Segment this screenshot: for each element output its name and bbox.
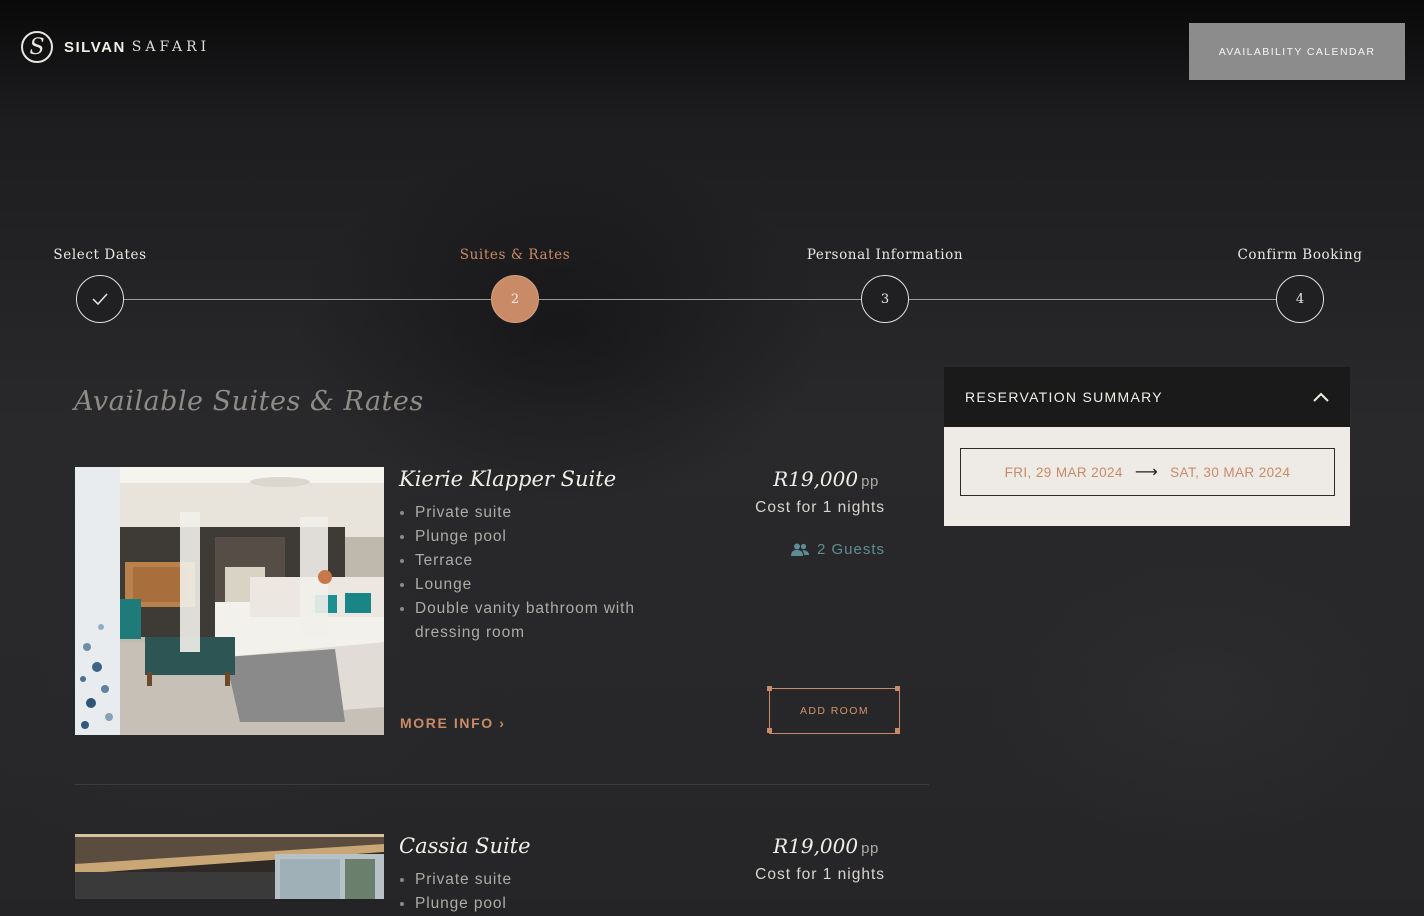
cost-text: Cost for 1 nights [755, 866, 885, 883]
step-3-circle[interactable]: 3 [861, 275, 909, 323]
stepper-line [539, 299, 861, 300]
section-title: Available Suites & Rates [74, 386, 424, 417]
step-1-circle[interactable] [76, 275, 124, 323]
feature-item: Terrace [415, 549, 665, 573]
feature-item: Private suite [415, 868, 665, 892]
bedroom-photo [75, 467, 384, 735]
logo-mark-icon: S [21, 31, 53, 63]
more-info-link[interactable]: MORE INFO › [400, 715, 505, 731]
users-icon [790, 543, 809, 556]
reservation-summary-body: FRI, 29 MAR 2024 ⟶ SAT, 30 MAR 2024 [944, 427, 1350, 526]
stepper-line [909, 299, 1276, 300]
logo-word-safari: SAFARI [131, 39, 211, 55]
suite-divider [75, 784, 929, 785]
step-4-circle[interactable]: 4 [1276, 275, 1324, 323]
guests-count: 2 Guests [790, 541, 885, 558]
guests-label: 2 Guests [816, 541, 885, 558]
stepper-line [124, 299, 491, 300]
step-label-select-dates: Select Dates [53, 247, 147, 263]
price-unit: pp [861, 473, 879, 490]
step-label-confirm-booking: Confirm Booking [1237, 247, 1363, 263]
feature-item: Private suite [415, 501, 665, 525]
date-range[interactable]: FRI, 29 MAR 2024 ⟶ SAT, 30 MAR 2024 [960, 448, 1335, 496]
step-2-circle[interactable]: 2 [491, 275, 539, 323]
suite-photo[interactable] [75, 467, 384, 735]
reservation-summary-header[interactable]: RESERVATION SUMMARY [944, 367, 1350, 427]
step-label-personal-information: Personal Information [806, 247, 964, 263]
price: R19,000 pp [773, 834, 879, 858]
cost-text: Cost for 1 nights [755, 499, 885, 516]
step-label-suites-rates: Suites & Rates [459, 247, 571, 263]
suite-card: Kierie Klapper Suite Private suite Plung… [75, 467, 901, 735]
feature-item: Plunge pool [415, 892, 665, 916]
check-in-date: FRI, 29 MAR 2024 [1004, 464, 1123, 480]
logo[interactable]: S SILVAN SAFARI [21, 31, 210, 63]
reservation-summary-title: RESERVATION SUMMARY [965, 389, 1163, 405]
price-unit: pp [861, 840, 879, 857]
availability-calendar-button[interactable]: AVAILABILITY CALENDAR [1189, 23, 1405, 80]
suite-photo[interactable] [75, 834, 384, 899]
suite-name[interactable]: Kierie Klapper Suite [399, 467, 616, 491]
reservation-summary: RESERVATION SUMMARY FRI, 29 MAR 2024 ⟶ S… [944, 367, 1350, 526]
check-icon [92, 293, 108, 305]
price-value: R19,000 [773, 467, 859, 491]
price: R19,000 pp [773, 467, 879, 491]
suite-features: Private suite Plunge pool [399, 868, 665, 916]
add-room-button[interactable]: ADD ROOM [767, 686, 900, 734]
suite-card: Cassia Suite Private suite Plunge pool R… [75, 834, 901, 912]
chevron-up-icon[interactable] [1313, 392, 1329, 402]
logo-word-silvan: SILVAN [64, 38, 126, 56]
check-out-date: SAT, 30 MAR 2024 [1170, 464, 1291, 480]
feature-item: Double vanity bathroom with dressing roo… [415, 597, 665, 645]
arrow-right-icon: ⟶ [1134, 464, 1159, 481]
suite-name[interactable]: Cassia Suite [399, 834, 531, 858]
feature-item: Lounge [415, 573, 665, 597]
feature-item: Plunge pool [415, 525, 665, 549]
price-value: R19,000 [773, 834, 859, 858]
suite-features: Private suite Plunge pool Terrace Lounge… [399, 501, 665, 645]
suite-exterior-photo [75, 834, 384, 899]
